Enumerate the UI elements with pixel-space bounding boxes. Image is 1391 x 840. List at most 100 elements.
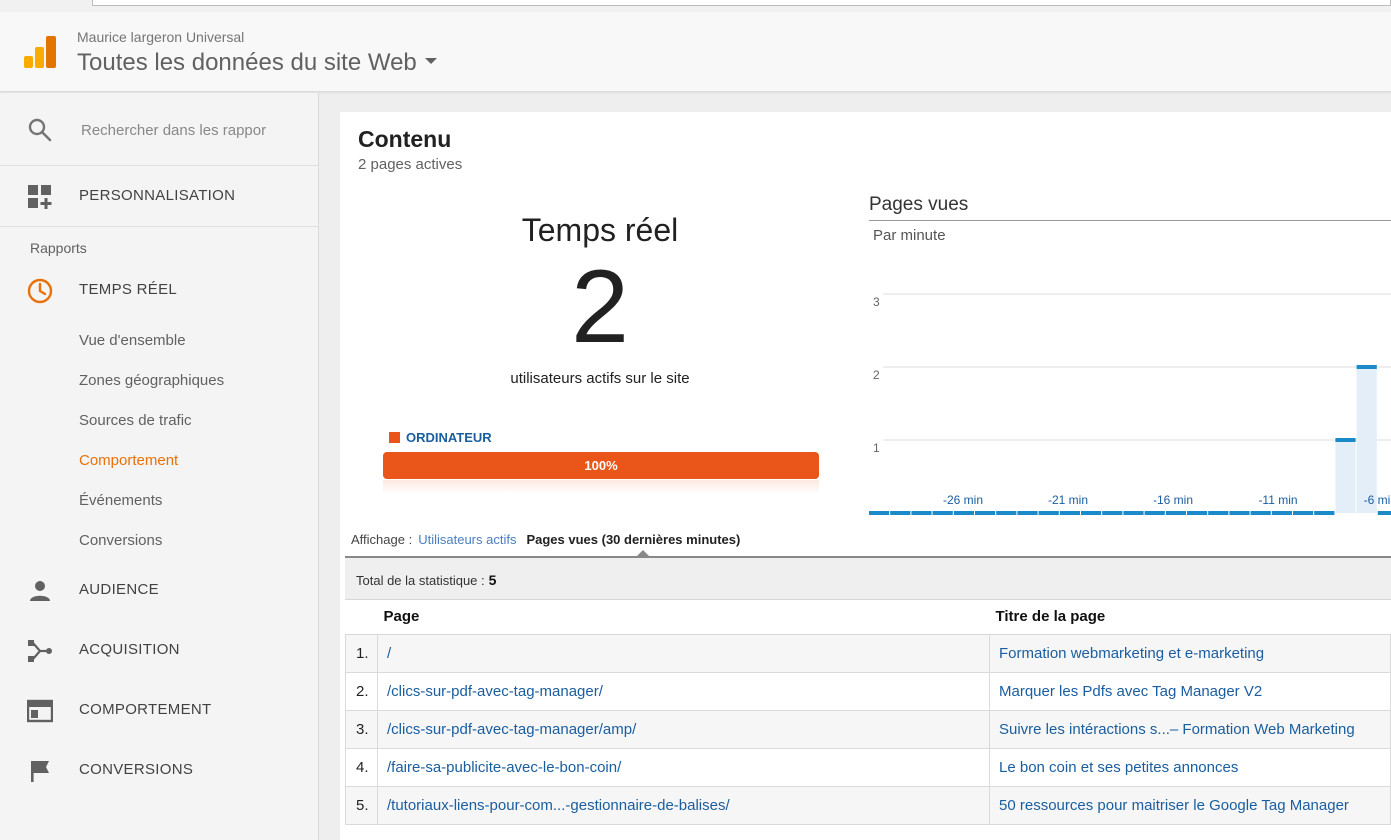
pageviews-subtitle: Par minute [873, 227, 946, 244]
title-link[interactable]: Formation webmarketing et e-marketing [999, 645, 1264, 662]
table-row: 1. / Formation webmarketing et e-marketi… [345, 633, 1391, 673]
sidebar-item-label: AUDIENCE [79, 581, 159, 598]
row-number: 2. [345, 671, 378, 711]
active-users-count: 2 [571, 249, 629, 365]
sidebar-subitem-overview[interactable]: Vue d'ensemble [79, 332, 186, 349]
table-header-num [345, 600, 378, 635]
bar [1356, 367, 1377, 513]
legend-swatch [389, 432, 400, 443]
title-link[interactable]: Suivre les intéractions s...– Formation … [999, 721, 1355, 738]
address-bar[interactable] [92, 0, 1391, 6]
bar-baseline [1271, 511, 1292, 515]
table-header-page[interactable]: Page [377, 600, 990, 635]
sidebar-item-conversions[interactable]: CONVERSIONS [0, 745, 319, 795]
bar-baseline [1377, 511, 1391, 515]
bar-baseline [1144, 511, 1165, 515]
sidebar-subitem-locations[interactable]: Zones géographiques [79, 372, 224, 389]
active-users-link[interactable]: Utilisateurs actifs [418, 532, 516, 547]
bar-baseline [1208, 511, 1229, 515]
pageviews-current-tab[interactable]: Pages vues (30 dernières minutes) [526, 532, 740, 547]
x-tick-label: -26 min [943, 493, 983, 507]
table-row: 3. /clics-sur-pdf-avec-tag-manager/amp/ … [345, 709, 1391, 749]
x-tick-label: -11 min [1258, 493, 1297, 507]
clock-icon [27, 278, 53, 304]
title-link[interactable]: 50 ressources pour maitriser le Google T… [999, 797, 1349, 814]
sidebar-item-realtime[interactable]: TEMPS RÉEL [0, 265, 319, 315]
property-selector[interactable]: Toutes les données du site Web [77, 49, 437, 77]
bar-baseline [911, 511, 932, 515]
sidebar-item-behavior[interactable]: COMPORTEMENT [0, 685, 319, 735]
sidebar-item-label: CONVERSIONS [79, 761, 194, 778]
display-switch: Affichage : Utilisateurs actifs Pages vues… [351, 532, 740, 547]
account-name: Maurice largeron Universal [77, 29, 245, 45]
table-header-title[interactable]: Titre de la page [989, 600, 1391, 635]
y-tick-label: 2 [873, 368, 880, 382]
bar-baseline [1314, 511, 1335, 515]
device-legend: ORDINATEUR [389, 430, 492, 445]
x-tick-label: -16 min [1153, 493, 1193, 507]
app-header: Maurice largeron Universal Toutes les do… [0, 12, 1391, 92]
table-row: 2. /clics-sur-pdf-avec-tag-manager/ Marq… [345, 671, 1391, 711]
sidebar-item-label: COMPORTEMENT [79, 701, 212, 718]
page-link[interactable]: /clics-sur-pdf-avec-tag-manager/amp/ [387, 721, 636, 738]
bar-baseline [932, 511, 953, 515]
bar-baseline [1293, 511, 1314, 515]
row-title-link: Suivre les intéractions s...– Formation … [989, 709, 1391, 749]
bar-baseline [1187, 511, 1208, 515]
sidebar-item-label: TEMPS RÉEL [79, 281, 178, 298]
y-tick-label: 3 [873, 295, 880, 309]
table-header-row: Page Titre de la page [345, 600, 1391, 635]
analytics-logo-icon [24, 36, 56, 68]
caret-down-icon [424, 57, 437, 64]
page-link[interactable]: /tutoriaux-liens-pour-com...-gestionnair… [387, 797, 730, 814]
bar-baseline [1059, 511, 1080, 515]
bar-baseline [1165, 511, 1186, 515]
x-tick-label: -21 min [1048, 493, 1088, 507]
row-number: 1. [345, 633, 378, 673]
page-link[interactable]: / [387, 645, 391, 662]
row-page-link: /clics-sur-pdf-avec-tag-manager/amp/ [377, 709, 990, 749]
bar-baseline [953, 511, 974, 515]
device-bar-reflection [383, 480, 819, 494]
reports-section-label: Rapports [30, 240, 87, 256]
sidebar-subitem-conversions[interactable]: Conversions [79, 532, 162, 549]
bar-baseline [975, 511, 996, 515]
sidebar-item-customization[interactable]: PERSONNALISATION [0, 171, 319, 221]
dashboard-add-icon [28, 185, 52, 209]
bar-baseline [1017, 511, 1038, 515]
pageviews-chart: 1 2 3 -26 min -21 min -16 min -11 min -6 mi [869, 293, 1391, 515]
bar-baseline [1229, 511, 1250, 515]
title-link[interactable]: Le bon coin et ses petites annonces [999, 759, 1238, 776]
row-number: 4. [345, 747, 378, 787]
page-subtitle: 2 pages actives [358, 156, 463, 173]
table-row: 4. /faire-sa-publicite-avec-le-bon-coin/… [345, 747, 1391, 787]
pageviews-title: Pages vues [869, 194, 969, 215]
page-link[interactable]: /clics-sur-pdf-avec-tag-manager/ [387, 683, 603, 700]
device-label: ORDINATEUR [406, 430, 492, 445]
x-tick-label: -6 mi [1364, 493, 1391, 507]
sidebar-search [0, 93, 319, 166]
row-page-link: /faire-sa-publicite-avec-le-bon-coin/ [377, 747, 990, 787]
sidebar-item-audience[interactable]: AUDIENCE [0, 565, 319, 615]
title-link[interactable]: Marquer les Pdfs avec Tag Manager V2 [999, 683, 1262, 700]
sidebar-subitem-content[interactable]: Comportement [79, 452, 178, 469]
sidebar-item-acquisition[interactable]: ACQUISITION [0, 625, 319, 675]
y-tick-label: 1 [873, 441, 880, 455]
customization-section: PERSONNALISATION [0, 167, 319, 227]
display-label: Affichage : [351, 532, 413, 547]
sidebar-subitem-events[interactable]: Événements [79, 492, 162, 509]
pageviews-divider [869, 220, 1391, 221]
total-label: Total de la statistique :5 [356, 572, 496, 588]
row-page-link: / [377, 633, 990, 673]
row-title-link: 50 ressources pour maitriser le Google T… [989, 785, 1391, 825]
sidebar-subitem-traffic-sources[interactable]: Sources de trafic [79, 412, 192, 429]
content-panel: Contenu 2 pages actives Temps réel 2 uti… [340, 112, 1391, 840]
sidebar-item-label: PERSONNALISATION [79, 187, 236, 204]
page-link[interactable]: /faire-sa-publicite-avec-le-bon-coin/ [387, 759, 621, 776]
bar-baseline [869, 511, 890, 515]
realtime-title: Temps réel [521, 212, 679, 248]
row-page-link: /tutoriaux-liens-pour-com...-gestionnair… [377, 785, 990, 825]
row-page-link: /clics-sur-pdf-avec-tag-manager/ [377, 671, 990, 711]
search-input[interactable] [81, 117, 281, 143]
bar-baseline [890, 511, 911, 515]
